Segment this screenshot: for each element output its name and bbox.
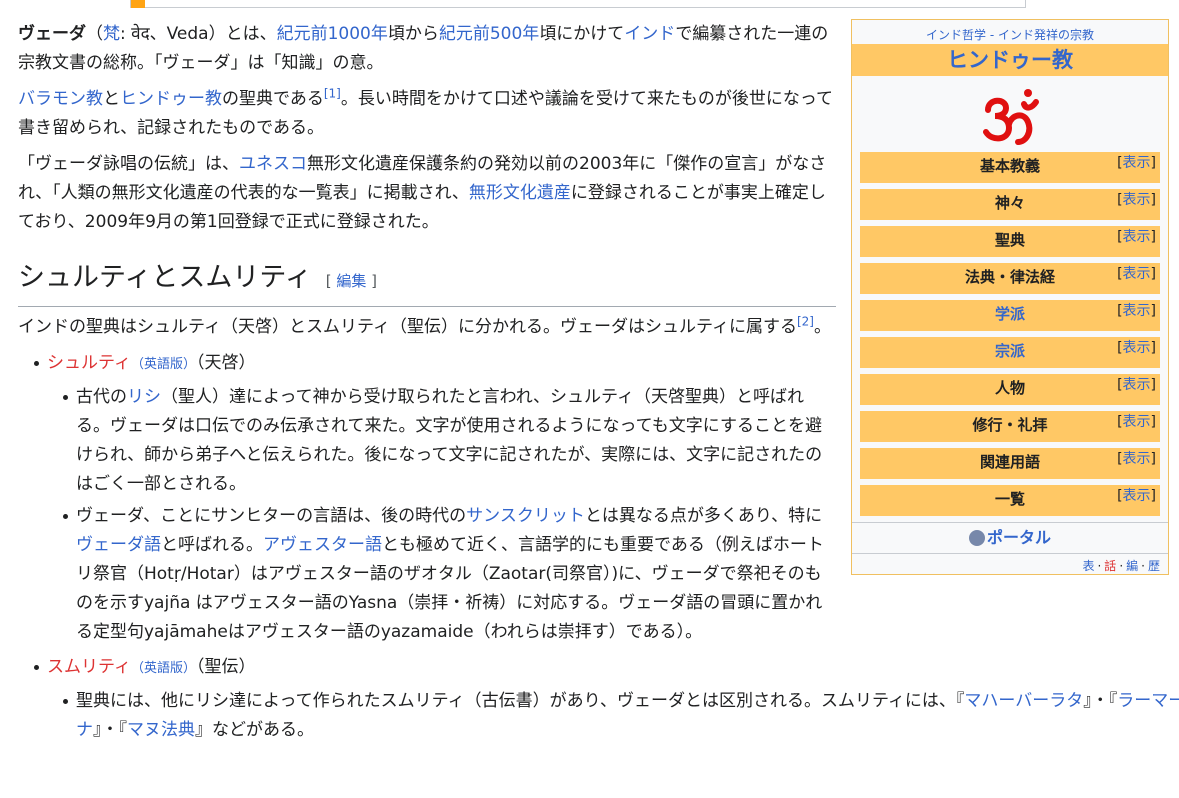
- list-item-smriti: スムリティ（英語版）（聖伝） 聖典には、他にリシ達によって作られたスムリティ（古…: [18, 653, 1179, 745]
- show-toggle: [表示]: [1117, 488, 1156, 504]
- infobox-row-label: 基本教義: [979, 157, 1040, 175]
- hinduism-link[interactable]: ヒンドゥー教: [120, 89, 222, 109]
- show-toggle-link[interactable]: 表示: [1123, 340, 1151, 356]
- nav-history-link[interactable]: 歴: [1148, 559, 1160, 573]
- smriti-sublist: 聖典には、他にリシ達によって作られたスムリティ（古伝書）があり、ヴェーダとは区別…: [47, 687, 1179, 745]
- show-toggle: [表示]: [1117, 377, 1156, 393]
- avestan-link[interactable]: アヴェスター語: [263, 535, 382, 555]
- smriti-link[interactable]: スムリティ: [47, 657, 131, 677]
- intro-paragraph-3: 「ヴェーダ詠唱の伝統」は、ユネスコ無形文化遺産保護条約の発効以前の2003年に「…: [18, 154, 827, 232]
- bc500-link[interactable]: 紀元前500年: [439, 24, 539, 44]
- vedic-language-link[interactable]: ヴェーダ語: [76, 535, 161, 555]
- infobox-row: 聖典 [表示]: [860, 226, 1160, 257]
- show-toggle-link[interactable]: 表示: [1123, 377, 1151, 393]
- show-toggle-link[interactable]: 表示: [1123, 451, 1151, 467]
- show-toggle-link[interactable]: 表示: [1123, 488, 1151, 504]
- brahmanism-link[interactable]: バラモン教: [18, 89, 103, 109]
- portal-link[interactable]: ポータル: [852, 522, 1168, 553]
- infobox-row: 学派 [表示]: [860, 300, 1160, 331]
- nav-view-link[interactable]: 表: [1082, 559, 1094, 573]
- show-toggle-link[interactable]: 表示: [1123, 155, 1151, 171]
- infobox-row: 一覧 [表示]: [860, 485, 1160, 516]
- intro-paragraph-2: バラモン教とヒンドゥー教の聖典である[1]。長い時間をかけて口述や議論を受けて来…: [18, 86, 833, 138]
- infobox-row: 宗派 [表示]: [860, 337, 1160, 368]
- article-body: ヴェーダ（梵: वेद、Veda）とは、紀元前1000年頃から紀元前500年頃に…: [18, 20, 1179, 751]
- infobox-row-label: 関連用語: [979, 453, 1040, 471]
- infobox-navbar: 表 · 話 · 編 · 歴: [852, 553, 1168, 578]
- list-item: 聖典には、他にリシ達によって作られたスムリティ（古伝書）があり、ヴェーダとは区別…: [18, 687, 1179, 745]
- section-heading: シュルティとスムリティ[ 編集 ]: [18, 261, 836, 307]
- shruti-sublist: 古代のリシ（聖人）達によって神から受け取られたと言われ、シュルティ（天啓聖典）と…: [47, 383, 836, 647]
- smriti-english-link[interactable]: （英語版）: [131, 661, 196, 676]
- term-bold: ヴェーダ: [18, 24, 86, 44]
- rishi-link[interactable]: リシ: [127, 387, 161, 407]
- mahabharata-link[interactable]: マハーバーラタ: [964, 691, 1083, 711]
- infobox-row-label[interactable]: 宗派: [995, 342, 1025, 360]
- show-toggle-link[interactable]: 表示: [1123, 414, 1151, 430]
- manu-link[interactable]: マヌ法典: [127, 720, 195, 740]
- shruti-link[interactable]: シュルティ: [47, 353, 131, 373]
- show-toggle-link[interactable]: 表示: [1123, 303, 1151, 319]
- show-toggle: [表示]: [1117, 192, 1156, 208]
- show-toggle: [表示]: [1117, 229, 1156, 245]
- list-item: ヴェーダ、ことにサンヒターの言語は、後の時代のサンスクリットとは異なる点が多くあ…: [18, 502, 836, 647]
- show-toggle: [表示]: [1117, 451, 1156, 467]
- intro-paragraph-1: ヴェーダ（梵: वेद、Veda）とは、紀元前1000年頃から紀元前500年頃に…: [18, 24, 829, 73]
- nav-edit-link[interactable]: 編: [1126, 559, 1138, 573]
- om-symbol-icon: [983, 89, 1039, 145]
- infobox-row-label: 修行・礼拝: [972, 416, 1048, 434]
- portal-icon: [968, 530, 985, 546]
- section-paragraph: インドの聖典はシュルティ（天啓）とスムリティ（聖伝）に分かれる。ヴェーダはシュル…: [18, 314, 831, 337]
- infobox-row-label: 法典・律法経: [964, 268, 1055, 286]
- nav-talk-link[interactable]: 話: [1104, 559, 1116, 573]
- infobox-row-label: 神々: [994, 194, 1025, 212]
- infobox-subtitle[interactable]: インド哲学 - インド発祥の宗教: [852, 26, 1168, 44]
- infobox-title[interactable]: ヒンドゥー教: [852, 44, 1168, 76]
- scripture-list: シュルティ（英語版）（天啓） 古代のリシ（聖人）達によって神から受け取られたと言…: [18, 349, 1179, 745]
- infobox-row: 基本教義 [表示]: [860, 152, 1160, 183]
- show-toggle-link[interactable]: 表示: [1123, 266, 1151, 282]
- list-item-shruti: シュルティ（英語版）（天啓） 古代のリシ（聖人）達によって神から受け取られたと言…: [18, 349, 836, 647]
- infobox-row: 神々 [表示]: [860, 189, 1160, 220]
- show-toggle: [表示]: [1117, 303, 1156, 319]
- infobox-row-label: 聖典: [994, 231, 1025, 249]
- show-toggle: [表示]: [1117, 155, 1156, 171]
- bc1000-link[interactable]: 紀元前1000年: [277, 24, 388, 44]
- infobox-row: 修行・礼拝 [表示]: [860, 411, 1160, 442]
- show-toggle: [表示]: [1117, 340, 1156, 356]
- infobox-row-label: 一覧: [994, 490, 1025, 508]
- show-toggle-link[interactable]: 表示: [1123, 229, 1151, 245]
- reference-1-link[interactable]: [1]: [324, 86, 341, 100]
- show-toggle: [表示]: [1117, 266, 1156, 282]
- infobox-row: 関連用語 [表示]: [860, 448, 1160, 479]
- unesco-link[interactable]: ユネスコ: [239, 154, 307, 174]
- list-item: 古代のリシ（聖人）達によって神から受け取られたと言われ、シュルティ（天啓聖典）と…: [18, 383, 836, 499]
- infobox-row-label[interactable]: 学派: [995, 305, 1025, 323]
- show-toggle: [表示]: [1117, 414, 1156, 430]
- infobox-sections: 基本教義 [表示] 神々 [表示] 聖典 [表示] 法典・律法経 [表示] 学派 [表示] 宗派 [表…: [852, 152, 1168, 516]
- intangible-heritage-link[interactable]: 無形文化遺産: [469, 183, 571, 203]
- edit-section-link[interactable]: 編集: [336, 272, 366, 290]
- show-toggle-link[interactable]: 表示: [1123, 192, 1151, 208]
- shruti-english-link[interactable]: （英語版）: [131, 357, 196, 372]
- infobox-row: 法典・律法経 [表示]: [860, 263, 1160, 294]
- infobox-hinduism: インド哲学 - インド発祥の宗教 ヒンドゥー教 基本教義 [表示] 神々 [表示] 聖典…: [851, 19, 1169, 575]
- top-banner-edge: [130, 0, 1026, 8]
- infobox-row-label: 人物: [994, 379, 1025, 397]
- reference-2-link[interactable]: [2]: [797, 314, 814, 328]
- infobox-row: 人物 [表示]: [860, 374, 1160, 405]
- section-edit: [ 編集 ]: [325, 272, 378, 290]
- india-link[interactable]: インド: [624, 24, 675, 44]
- sanskrit-link[interactable]: 梵: [103, 24, 120, 44]
- sanskrit-language-link[interactable]: サンスクリット: [466, 506, 585, 526]
